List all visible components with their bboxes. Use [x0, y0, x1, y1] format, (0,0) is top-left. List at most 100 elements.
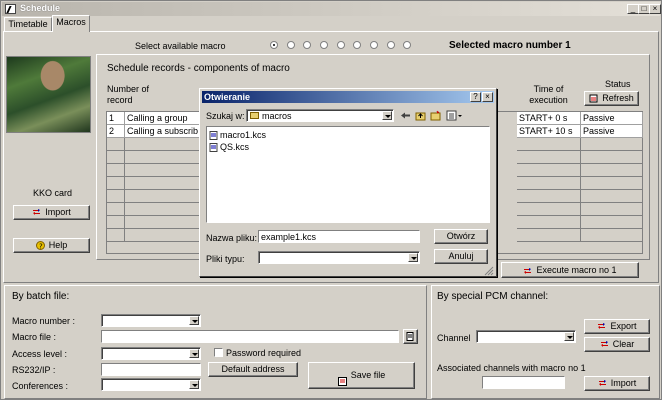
macro-radio-7[interactable]: [370, 41, 378, 49]
empty-cell: [125, 138, 201, 151]
channel-select[interactable]: [476, 330, 576, 343]
empty-cell: [125, 164, 201, 177]
empty-cell: [581, 203, 643, 216]
empty-cell: [517, 190, 581, 203]
empty-cell: [125, 177, 201, 190]
empty-cell: [517, 164, 581, 177]
empty-cell: [581, 151, 643, 164]
execute-macro-button[interactable]: Execute macro no 1: [501, 262, 639, 278]
empty-cell: [581, 177, 643, 190]
select-macro-label: Select available macro: [135, 41, 226, 51]
chevron-down-icon[interactable]: [189, 316, 199, 325]
associated-channels-field[interactable]: [482, 376, 565, 389]
macro-radio-1[interactable]: [270, 41, 278, 49]
macro-radio-4[interactable]: [320, 41, 328, 49]
view-menu-icon[interactable]: [446, 110, 462, 121]
record-number: 1: [107, 112, 125, 125]
filename-label: Nazwa pliku:: [206, 233, 258, 243]
file-list[interactable]: macro1.kcs QS.kcs: [206, 126, 490, 223]
chevron-down-icon[interactable]: [382, 111, 392, 120]
resize-grip-icon[interactable]: [484, 266, 494, 276]
clear-button[interactable]: Clear: [584, 337, 650, 352]
save-file-label: Save file: [350, 370, 386, 380]
browse-file-button[interactable]: [403, 329, 418, 344]
empty-cell: [581, 229, 643, 242]
clear-icon: [600, 340, 609, 349]
record-time[interactable]: START+ 10 s: [517, 125, 581, 138]
empty-cell: [581, 190, 643, 203]
dialog-close-button[interactable]: ×: [482, 92, 493, 102]
macro-file-field[interactable]: [101, 330, 399, 343]
column-status-header: Status: [605, 79, 631, 89]
macro-number-select[interactable]: [101, 314, 201, 327]
open-file-dialog: Otwieranie ? × Szukaj w: macros macro1.k…: [199, 88, 497, 277]
macro-radio-6[interactable]: [353, 41, 361, 49]
associated-channels-label: Associated channels with macro no 1: [437, 363, 586, 373]
back-arrow-icon[interactable]: [400, 110, 411, 121]
dialog-title-bar[interactable]: Otwieranie ? ×: [202, 91, 494, 103]
empty-cell: [107, 151, 125, 164]
file-name: macro1.kcs: [220, 130, 267, 140]
refresh-button[interactable]: Refresh: [584, 91, 639, 106]
access-level-label: Access level :: [12, 349, 68, 359]
password-checkbox[interactable]: [214, 348, 223, 357]
access-level-select[interactable]: [101, 347, 201, 360]
up-folder-icon[interactable]: [415, 110, 426, 121]
chevron-down-icon[interactable]: [564, 332, 574, 341]
empty-cell: [581, 216, 643, 229]
macro-radio-9[interactable]: [403, 41, 411, 49]
conferences-select[interactable]: [101, 378, 201, 391]
pcm-import-button[interactable]: Import: [584, 376, 650, 391]
empty-cell: [107, 216, 125, 229]
filename-input[interactable]: example1.kcs: [258, 230, 420, 243]
look-in-select[interactable]: macros: [246, 109, 394, 122]
macro-radio-5[interactable]: [337, 41, 345, 49]
record-time[interactable]: START+ 0 s: [517, 112, 581, 125]
default-address-button[interactable]: Default address: [208, 362, 298, 377]
execute-macro-label: Execute macro no 1: [536, 265, 617, 275]
file-name: QS.kcs: [220, 142, 250, 152]
empty-cell: [581, 164, 643, 177]
column-number-header: Number of record: [107, 84, 150, 105]
chevron-down-icon[interactable]: [189, 349, 199, 358]
svg-text:?: ?: [39, 243, 43, 251]
folder-icon: [250, 112, 259, 119]
filetype-select[interactable]: [258, 251, 420, 264]
macro-radio-8[interactable]: [387, 41, 395, 49]
help-button[interactable]: ? Help: [13, 238, 90, 253]
new-folder-icon[interactable]: [430, 110, 441, 121]
file-icon: [209, 143, 218, 153]
tab-timetable[interactable]: Timetable: [4, 17, 52, 31]
empty-cell: [517, 138, 581, 151]
tab-macros[interactable]: Macros: [52, 15, 90, 32]
save-file-button[interactable]: Save file: [308, 362, 415, 389]
chevron-down-icon[interactable]: [189, 380, 199, 389]
look-in-label: Szukaj w:: [206, 111, 245, 121]
chevron-down-icon[interactable]: [408, 253, 418, 262]
record-name[interactable]: Calling a group: [125, 112, 201, 125]
card-import-button[interactable]: Import: [13, 205, 90, 220]
record-status[interactable]: Passive: [581, 112, 643, 125]
cancel-button[interactable]: Anuluj: [434, 249, 488, 264]
title-bar[interactable]: Schedule _ □ ×: [2, 2, 661, 16]
macro-number-label: Macro number :: [12, 316, 76, 326]
import-icon: [32, 208, 41, 217]
execute-icon: [523, 266, 532, 275]
macro-radio-2[interactable]: [287, 41, 295, 49]
file-item[interactable]: QS.kcs: [209, 142, 250, 153]
export-button[interactable]: Export: [584, 319, 650, 334]
empty-cell: [581, 138, 643, 151]
record-name[interactable]: Calling a subscrib: [125, 125, 201, 138]
pcm-title: By special PCM channel:: [437, 291, 549, 302]
selected-macro-label: Selected macro number 1: [449, 40, 571, 51]
record-status[interactable]: Passive: [581, 125, 643, 138]
macro-radio-3[interactable]: [303, 41, 311, 49]
close-button[interactable]: ×: [649, 4, 661, 14]
dialog-help-button[interactable]: ?: [470, 92, 481, 102]
empty-cell: [517, 151, 581, 164]
empty-cell: [517, 203, 581, 216]
rs232-field[interactable]: [101, 363, 201, 376]
export-icon: [597, 322, 606, 331]
file-item[interactable]: macro1.kcs: [209, 130, 267, 141]
open-button[interactable]: Otwórz: [434, 229, 488, 244]
